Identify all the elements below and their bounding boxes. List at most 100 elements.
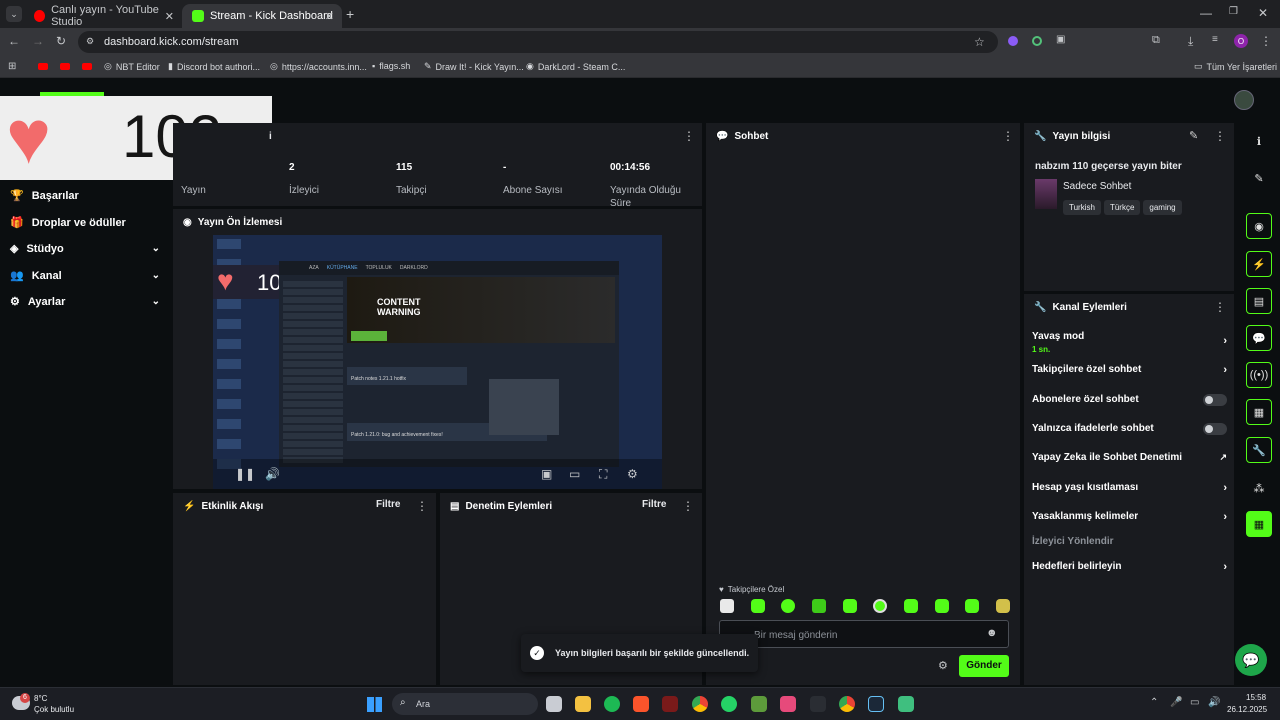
forward-icon[interactable]: → <box>32 34 44 48</box>
user-avatar[interactable] <box>1234 90 1254 110</box>
chat-menu-icon[interactable]: ⋮ <box>1002 129 1014 143</box>
stats-menu-icon[interactable]: ⋮ <box>683 129 695 143</box>
wrench-toggle-icon[interactable]: 🔧 <box>1246 437 1272 463</box>
microphone-icon[interactable]: 🎤 <box>1170 697 1182 708</box>
close-tab-icon[interactable]: ✕ <box>165 10 174 23</box>
chat-message-input[interactable]: Bir mesaj gönderin ☻ <box>719 620 1009 648</box>
display-icon[interactable]: ▭ <box>1190 697 1199 708</box>
activity-toggle-icon[interactable]: ⚡ <box>1246 251 1272 277</box>
bookmark-star-icon[interactable]: ☆ <box>974 35 985 49</box>
activity-menu-icon[interactable]: ⋮ <box>416 499 428 513</box>
bookmark-draw-it[interactable]: ✎ Draw It! - Kick Yayın... <box>424 61 524 72</box>
info-icon[interactable]: ℹ <box>1246 128 1272 154</box>
support-chat-button[interactable]: 💬 <box>1235 644 1267 676</box>
slow-mode-action[interactable]: Yavaş mod 1 sn. › <box>1032 331 1227 354</box>
emote-icon[interactable] <box>995 599 1010 613</box>
moderation-toggle-icon[interactable]: ▤ <box>1246 288 1272 314</box>
ai-moderation-action[interactable]: Yapay Zeka ile Sohbet Denetimi ↗ <box>1032 452 1227 463</box>
bookmark-accounts[interactable]: ◎ https://accounts.inn... <box>270 61 367 72</box>
settings-icon[interactable]: ⚙ <box>627 467 638 481</box>
sidebar-item-drops[interactable]: 🎁 Droplar ve ödüller <box>10 216 160 230</box>
emote-icon[interactable] <box>781 599 796 613</box>
emote-icon[interactable] <box>720 599 734 613</box>
bookmark-nbt-editor[interactable]: ◎ NBT Editor <box>104 61 160 72</box>
subscribers-chat-toggle[interactable] <box>1203 394 1227 406</box>
tab-kick-dashboard[interactable]: Stream - Kick Dashboard ✕ <box>182 4 342 28</box>
url-input[interactable]: dashboard.kick.com/stream <box>78 31 998 53</box>
apps-grid-icon[interactable]: ⊞ <box>8 61 16 72</box>
emote-icon[interactable] <box>811 599 826 613</box>
share-icon[interactable]: ⁂ <box>1246 475 1272 501</box>
volume-icon[interactable]: 🔊 <box>265 467 280 481</box>
site-info-icon[interactable]: ⚙ <box>86 36 94 47</box>
followers-chat-action[interactable]: Takipçilere özel sohbet › <box>1032 364 1227 376</box>
extension-puzzle-icon[interactable]: ⧉ <box>1152 34 1160 47</box>
fullscreen-icon[interactable]: ⛶ <box>599 467 607 482</box>
emote-icon[interactable] <box>965 599 980 613</box>
task-view-icon[interactable] <box>546 696 562 712</box>
edit-icon[interactable]: ✎ <box>1189 129 1198 142</box>
bookmark-darklord[interactable]: ◉ DarkLord - Steam C... <box>526 61 625 72</box>
pip-icon[interactable]: ▣ <box>541 467 552 481</box>
new-tab-button[interactable]: + <box>346 6 354 22</box>
goals-action[interactable]: Hedefleri belirleyin › <box>1032 561 1227 573</box>
chrome-icon[interactable] <box>692 696 708 712</box>
emote-icon[interactable] <box>842 599 857 613</box>
browser-menu-icon[interactable]: ⋮ <box>1260 34 1272 48</box>
broadcast-icon[interactable]: ((•)) <box>1246 362 1272 388</box>
windows-start-icon[interactable] <box>367 697 382 712</box>
sidebar-item-channel[interactable]: 👥 Kanal ⌄ <box>10 269 160 283</box>
minecraft-icon[interactable] <box>751 696 767 712</box>
emoji-icon[interactable]: ☻ <box>986 627 998 639</box>
stats-toggle-icon[interactable]: ▦ <box>1246 399 1272 425</box>
preview-toggle-icon[interactable]: ◉ <box>1246 213 1272 239</box>
extension-gamepad-icon[interactable]: ▣ <box>1056 34 1065 45</box>
theater-icon[interactable]: ▭ <box>569 467 580 481</box>
chat-settings-icon[interactable]: ⚙ <box>938 659 948 672</box>
banned-words-action[interactable]: Yasaklanmış kelimeler › <box>1032 511 1227 523</box>
edit-icon[interactable]: ✎ <box>1246 165 1272 191</box>
back-icon[interactable]: ← <box>8 34 20 48</box>
close-tab-icon[interactable]: ✕ <box>325 10 334 23</box>
steam-icon[interactable] <box>868 696 884 712</box>
chat-toggle-icon[interactable]: 💬 <box>1246 325 1272 351</box>
app-red-icon[interactable] <box>662 696 678 712</box>
moderation-menu-icon[interactable]: ⋮ <box>682 499 694 513</box>
app-green-icon[interactable] <box>898 696 914 712</box>
tab-youtube-studio[interactable]: Canlı yayın - YouTube Studio ✕ <box>24 4 182 28</box>
bookmark-flags[interactable]: ▪ flags.sh <box>372 61 410 71</box>
whatsapp-icon[interactable] <box>721 696 737 712</box>
app-pink-icon[interactable] <box>780 696 796 712</box>
sidebar-item-achievements[interactable]: 🏆 Başarılar <box>10 189 160 203</box>
sidebar-item-settings[interactable]: ⚙ Ayarlar ⌄ <box>10 295 160 309</box>
send-button[interactable]: Gönder <box>959 655 1009 677</box>
moderation-filter-button[interactable]: Filtre <box>642 499 666 510</box>
extension-purple-icon[interactable] <box>1008 36 1018 46</box>
media-icon[interactable]: ≡ <box>1212 34 1218 45</box>
volume-icon[interactable]: 🔊 <box>1208 697 1220 708</box>
downloads-icon[interactable]: ⤓ <box>1188 34 1193 49</box>
reload-icon[interactable]: ↻ <box>56 34 66 48</box>
chrome-active-icon[interactable] <box>839 696 855 712</box>
emote-icon[interactable] <box>873 599 888 613</box>
youtube-bookmark-icon[interactable] <box>60 63 70 70</box>
emote-icon[interactable] <box>750 599 765 613</box>
youtube-bookmark-icon[interactable] <box>82 63 92 70</box>
brave-icon[interactable] <box>633 696 649 712</box>
file-explorer-icon[interactable] <box>575 696 591 712</box>
emote-icon[interactable] <box>934 599 949 613</box>
taskbar-search[interactable]: ⌕ Ara <box>392 693 538 715</box>
tab-search-icon[interactable]: ⌄ <box>6 6 22 22</box>
bookmark-discord-bot[interactable]: ▮ Discord bot authori... <box>168 61 260 72</box>
stream-preview-video[interactable]: ♥ 101 AZA KÜTÜPHANE TOPLULUK DARKLORD CO… <box>213 235 662 489</box>
channel-actions-menu-icon[interactable]: ⋮ <box>1214 300 1226 314</box>
profile-avatar[interactable]: O <box>1234 34 1248 48</box>
minimize-icon[interactable]: — <box>1200 6 1212 20</box>
activity-filter-button[interactable]: Filtre <box>376 499 400 510</box>
emote-icon[interactable] <box>903 599 918 613</box>
all-bookmarks-folder[interactable]: ▭ Tüm Yer İşaretleri <box>1194 61 1277 72</box>
pause-icon[interactable]: ❚❚ <box>235 467 255 481</box>
youtube-bookmark-icon[interactable] <box>38 63 48 70</box>
sidebar-item-studio[interactable]: ◈ Stüdyo ⌄ <box>10 242 160 256</box>
close-window-icon[interactable]: ✕ <box>1258 6 1268 20</box>
